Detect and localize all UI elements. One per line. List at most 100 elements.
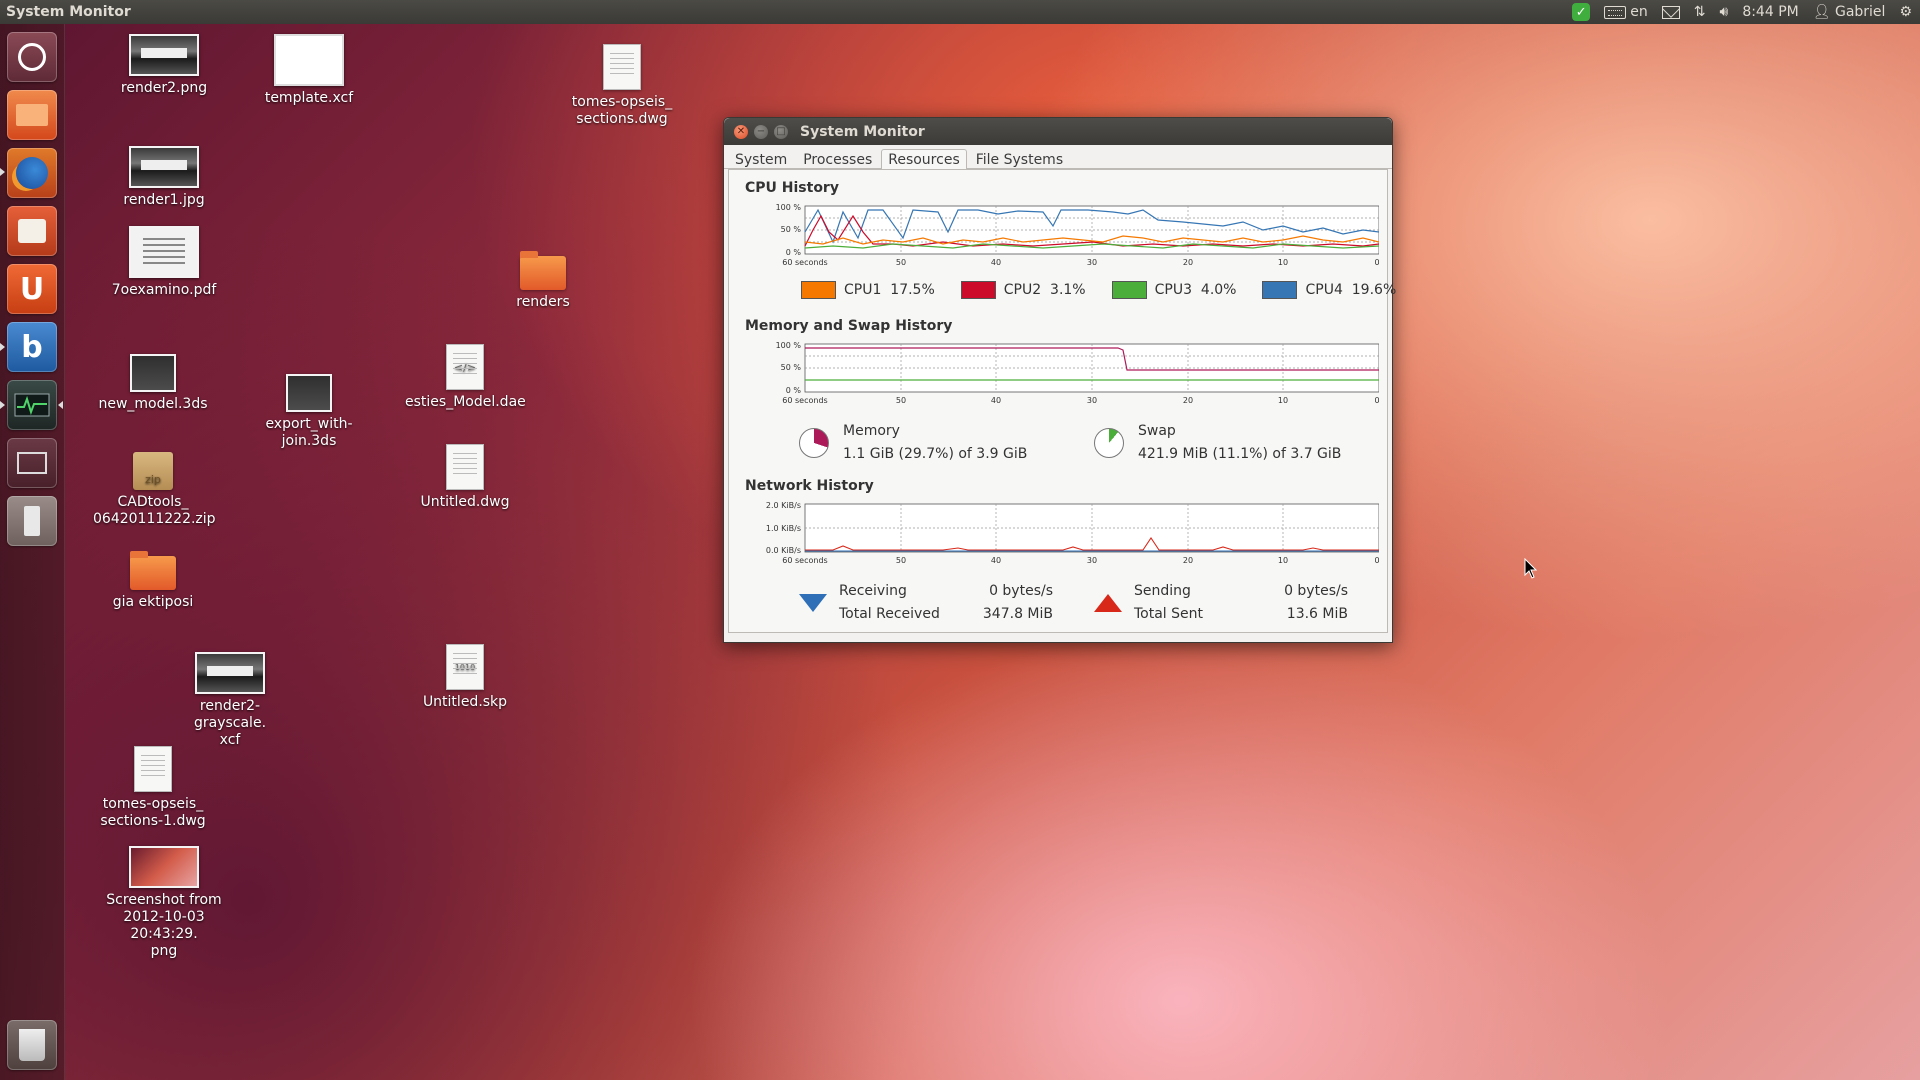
folder-icon <box>520 251 566 290</box>
cpu3-legend-item[interactable]: CPU3 4.0% <box>1111 281 1236 299</box>
desktop-icon-export-with-join-3ds[interactable]: export_with- join.3ds <box>249 374 369 450</box>
tab-system[interactable]: System <box>728 149 794 168</box>
receiving-value: 0 bytes/s <box>989 583 1053 599</box>
tab-processes[interactable]: Processes <box>796 149 879 168</box>
desktop-icon-render2-grayscale-xcf[interactable]: render2-grayscale. xcf <box>170 652 290 749</box>
desktop-icon-tomes-opseis-sections-1-dwg[interactable]: tomes-opseis_ sections-1.dwg <box>93 746 213 830</box>
desktop-icon-renders-folder[interactable]: renders <box>483 251 603 311</box>
sending-arrow-icon[interactable] <box>1094 594 1122 612</box>
volume-icon[interactable]: 🔊︎ <box>1719 4 1728 20</box>
keyboard-indicator[interactable]: en <box>1604 4 1648 20</box>
desktop-icon-render2-png[interactable]: render2.png <box>104 34 224 97</box>
cpu1-color-swatch[interactable] <box>801 281 836 299</box>
memory-x-tick: 60 seconds <box>782 396 827 405</box>
desktop-icon-label: tomes-opseis_ sections.dwg <box>571 94 673 127</box>
cpu2-legend-item[interactable]: CPU2 3.1% <box>960 281 1086 299</box>
window-titlebar[interactable]: ✕ − □ System Monitor <box>724 118 1392 145</box>
desktop-icon-untitled-skp[interactable]: 1010 Untitled.skp <box>405 644 525 711</box>
indicator-area: ✓ en ⇅ 🔊︎ 8:44 PM 👤︎ Gabriel ⚙ <box>1572 3 1920 21</box>
cpu-history-title: CPU History <box>745 180 839 196</box>
launcher-usb-drive[interactable] <box>7 496 57 546</box>
maximize-icon[interactable]: □ <box>774 124 788 139</box>
gear-icon[interactable]: ⚙ <box>1899 4 1912 20</box>
receiving-arrow-icon[interactable] <box>799 594 827 612</box>
user-menu[interactable]: 👤︎ Gabriel <box>1813 4 1886 20</box>
network-y-tick: 2.0 KiB/s <box>766 501 801 510</box>
image-thumbnail <box>274 34 344 86</box>
code-file-icon: </> <box>446 344 484 390</box>
update-ok-icon[interactable]: ✓ <box>1572 3 1591 21</box>
desktop-icon-new-model-3ds[interactable]: new_model.3ds <box>93 354 213 413</box>
memory-y-tick: 0 % <box>786 386 802 395</box>
user-name: Gabriel <box>1834 4 1886 20</box>
desktop-icon-cadtools-zip[interactable]: zip CADtools_ 06420111222.zip <box>93 452 216 528</box>
network-history-graph: 2.0 KiB/s 1.0 KiB/s 0.0 KiB/s 60 seconds… <box>766 501 1379 565</box>
cpu1-value: 17.5% <box>890 282 935 298</box>
minimize-icon[interactable]: − <box>754 124 768 139</box>
shopping-bag-icon <box>18 219 46 243</box>
desktop-icon-7oexamino-pdf[interactable]: 7oexamino.pdf <box>104 226 224 299</box>
desktop-icon-label: new_model.3ds <box>98 396 208 412</box>
desktop-icon-template-xcf[interactable]: template.xcf <box>249 34 369 107</box>
document-icon <box>446 444 484 490</box>
trash-icon <box>19 1029 45 1061</box>
desktop-icon-label: CADtools_ 06420111222.zip <box>93 494 216 527</box>
launcher-system-monitor[interactable] <box>7 380 57 430</box>
total-received-value: 347.8 MiB <box>982 606 1053 622</box>
swap-pie-icon[interactable] <box>1094 428 1124 458</box>
desktop-icon-untitled-dwg[interactable]: Untitled.dwg <box>405 444 525 511</box>
desktop-icon-tomes-opseis-sections-dwg[interactable]: tomes-opseis_ sections.dwg <box>562 44 682 128</box>
memory-x-tick: 30 <box>1087 396 1097 405</box>
desktop-icon-label: render2-grayscale. xcf <box>193 698 267 748</box>
blender-icon: b <box>21 329 43 365</box>
cpu3-color-swatch[interactable] <box>1111 281 1147 299</box>
desktop-icon-screenshot-png[interactable]: Screenshot from 2012-10-03 20:43:29. png <box>104 846 224 960</box>
launcher-software-center[interactable] <box>7 206 57 256</box>
model-thumbnail <box>286 374 332 412</box>
desktop-icon-render1-jpg[interactable]: render1.jpg <box>104 146 224 209</box>
launcher-active-pip <box>58 401 63 409</box>
memory-y-tick: 50 % <box>781 363 802 372</box>
tab-resources[interactable]: Resources <box>881 149 967 169</box>
launcher-blender[interactable]: b <box>7 322 57 372</box>
window-title: System Monitor <box>800 123 925 140</box>
launcher-running-pip <box>0 168 5 176</box>
document-icon <box>603 44 641 90</box>
cpu4-legend-item[interactable]: CPU4 19.6% <box>1262 281 1396 299</box>
launcher-firefox[interactable] <box>7 148 57 198</box>
cpu-x-tick: 50 <box>896 258 906 267</box>
desktop-icon-gia-ektiposi-folder[interactable]: gia ektiposi <box>93 551 213 611</box>
network-x-tick: 20 <box>1183 556 1193 565</box>
network-icon[interactable]: ⇅ <box>1694 4 1706 20</box>
sending-label: Sending <box>1134 583 1191 599</box>
cpu4-color-swatch[interactable] <box>1262 281 1298 299</box>
cpu3-label: CPU3 <box>1154 282 1192 298</box>
receiving-label: Receiving <box>839 583 907 599</box>
launcher-trash[interactable] <box>7 1020 57 1070</box>
mouse-pointer-icon <box>1524 558 1538 579</box>
close-icon[interactable]: ✕ <box>734 124 748 139</box>
network-history-title: Network History <box>745 478 874 494</box>
cpu4-value: 19.6% <box>1351 282 1397 298</box>
user-icon: 👤︎ <box>1812 4 1831 20</box>
launcher-workspace-switcher[interactable] <box>7 438 57 488</box>
network-x-tick: 10 <box>1278 556 1288 565</box>
cpu2-color-swatch[interactable] <box>960 281 996 299</box>
network-x-tick: 40 <box>991 556 1001 565</box>
launcher-ubuntu-one[interactable]: U <box>7 264 57 314</box>
tab-file-systems[interactable]: File Systems <box>969 149 1070 168</box>
desktop-icon-esties-model-dae[interactable]: </> esties_Model.dae <box>405 344 526 411</box>
cpu2-value: 3.1% <box>1050 282 1086 298</box>
cpu1-legend-item[interactable]: CPU1 17.5% <box>801 281 935 299</box>
model-thumbnail <box>130 354 176 392</box>
cpu-x-tick: 30 <box>1087 258 1097 267</box>
firefox-icon <box>16 157 48 189</box>
memory-pie-icon[interactable] <box>799 428 829 458</box>
resources-panel: CPU History 100 % 50 % 0 % 60 seconds 50… <box>728 169 1396 633</box>
workspaces-icon <box>17 452 47 474</box>
launcher-files[interactable] <box>7 90 57 140</box>
mail-icon[interactable] <box>1661 5 1680 19</box>
usb-icon <box>24 506 40 536</box>
clock[interactable]: 8:44 PM <box>1742 4 1798 20</box>
launcher-dash-home[interactable] <box>7 32 57 82</box>
